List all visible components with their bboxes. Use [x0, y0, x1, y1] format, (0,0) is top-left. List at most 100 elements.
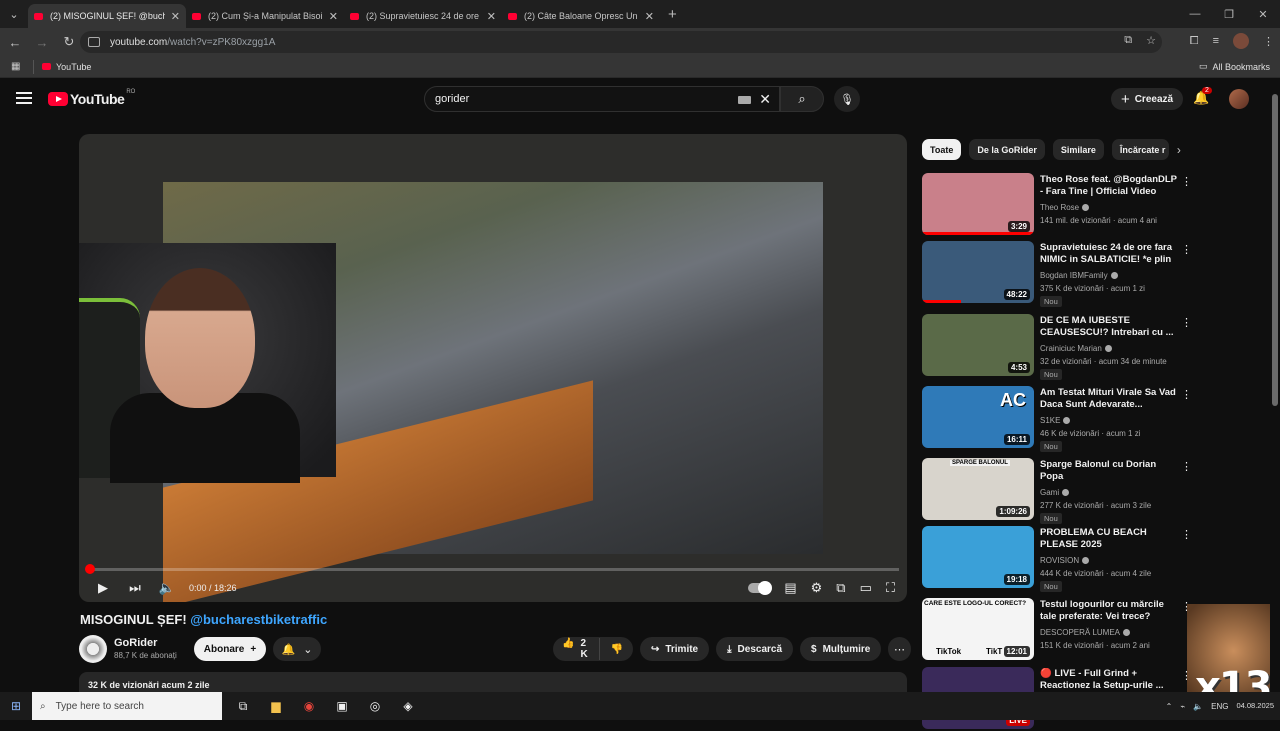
apps-grid-icon[interactable]: ▦ [11, 61, 23, 72]
language-indicator[interactable]: ENG [1211, 702, 1228, 711]
chip-similar[interactable]: Similare [1052, 139, 1104, 160]
voice-search-button[interactable]: 🎙 [834, 86, 860, 112]
recommendation-title[interactable]: DE CE MA IUBESTE CEAUSESCU!? Intrebari c… [1040, 315, 1178, 339]
recommendation-title[interactable]: Am Testat Mituri Virale Sa Vad Daca Sunt… [1040, 387, 1178, 411]
page-scrollbar[interactable] [1270, 80, 1280, 692]
profile-avatar[interactable] [1233, 33, 1249, 49]
like-button[interactable]: 👍 2 K [553, 638, 601, 660]
chip-all[interactable]: Toate [922, 139, 962, 160]
recommendation-channel[interactable]: ROVISION [1040, 556, 1090, 565]
app-icon[interactable]: ▣ [331, 699, 353, 713]
browser-tab-1[interactable]: (2) MISOGINUL ȘEF! @buchare ✕ [28, 4, 186, 28]
recommendation-title[interactable]: Sparge Balonul cu Dorian Popa [1040, 459, 1178, 483]
obs-icon[interactable]: ◎ [364, 699, 386, 713]
dislike-button[interactable]: 👎 [600, 644, 632, 655]
recommendation-title[interactable]: PROBLEMA CU BEACH PLEASE 2025 [1040, 527, 1178, 551]
recommendation-title[interactable]: Theo Rose feat. @BogdanDLP - Fara Tine |… [1040, 174, 1178, 198]
chrome-icon[interactable]: ◉ [298, 699, 320, 713]
taskbar-search[interactable]: ⌕ Type here to search [32, 692, 222, 720]
subtitles-icon[interactable]: ▤ [784, 580, 796, 596]
recommendation-channel[interactable]: Bogdan IBMFamily [1040, 271, 1118, 280]
close-window-icon[interactable]: ✕ [1246, 8, 1280, 21]
video-thumbnail[interactable]: 4:53 [922, 314, 1034, 376]
close-tab-icon[interactable]: ✕ [329, 10, 338, 23]
site-info-icon[interactable] [88, 37, 100, 47]
bookmark-star-icon[interactable]: ☆ [1146, 34, 1156, 47]
recommendation-item[interactable]: 3:29 Theo Rose feat. @BogdanDLP - Fara Ti… [922, 173, 1192, 237]
miniplayer-icon[interactable]: ⧉ [836, 580, 845, 596]
clock[interactable]: 04.08.2025 [1236, 701, 1274, 711]
tab-search-icon[interactable]: ⌄ [0, 0, 28, 28]
more-options-icon[interactable]: ⋮ [1181, 175, 1192, 188]
scrollbar-thumb[interactable] [1272, 94, 1278, 406]
channel-name[interactable]: GoRider [114, 637, 157, 649]
autoplay-toggle[interactable] [748, 581, 773, 595]
notifications-button[interactable]: 🔔 2 [1193, 87, 1212, 106]
channel-avatar[interactable] [79, 635, 107, 663]
url-field[interactable]: youtube.com/watch?v=zPK80xzgg1A ⧉ ☆ [80, 31, 1162, 53]
task-view-icon[interactable]: ⧉ [232, 699, 254, 714]
notification-settings-button[interactable]: 🔔 ⌄ [273, 637, 321, 661]
menu-icon[interactable] [16, 92, 32, 107]
recommendation-title[interactable]: Supravietuiesc 24 de ore fara NIMIC in S… [1040, 242, 1178, 266]
minimize-icon[interactable]: — [1178, 8, 1212, 20]
close-tab-icon[interactable]: ✕ [487, 10, 496, 23]
new-tab-icon[interactable]: + [668, 6, 677, 23]
title-mention-link[interactable]: @bucharestbiketraffic [190, 612, 327, 627]
bookmark-youtube[interactable]: YouTube [42, 62, 91, 72]
chevron-right-icon[interactable]: › [1177, 143, 1181, 157]
keyboard-icon[interactable] [738, 96, 751, 104]
network-icon[interactable]: ⌁ [1180, 702, 1185, 711]
recommendation-item[interactable]: 19:18 PROBLEMA CU BEACH PLEASE 2025 ROVISI… [922, 526, 1192, 592]
more-options-icon[interactable]: ⋮ [1181, 460, 1192, 473]
more-options-icon[interactable]: ⋮ [1181, 316, 1192, 329]
video-thumbnail[interactable]: 12:01 CARE ESTE LOGO-UL CORECT? TikTok TikT [922, 598, 1034, 660]
search-button[interactable]: ⌕ [780, 86, 824, 112]
volume-icon[interactable]: 🔈 [151, 580, 183, 596]
close-tab-icon[interactable]: ✕ [171, 10, 180, 23]
recommendation-item[interactable]: 48:22 Supravietuiesc 24 de ore fara NIMIC… [922, 241, 1192, 307]
browser-menu-icon[interactable]: ⋮ [1263, 35, 1274, 48]
recommendation-item[interactable]: 12:01 CARE ESTE LOGO-UL CORECT? TikTok TikT… [922, 598, 1192, 662]
reading-list-icon[interactable]: ≡ [1213, 35, 1219, 47]
restore-icon[interactable]: ❐ [1212, 8, 1246, 21]
subscribe-button[interactable]: Abonare + [194, 637, 266, 661]
create-button[interactable]: + Creează [1111, 88, 1183, 110]
recommendation-item[interactable]: 16:11 AC Am Testat Mituri Virale Sa Vad Da… [922, 386, 1192, 452]
more-options-icon[interactable]: ⋮ [1181, 528, 1192, 541]
theater-mode-icon[interactable]: ▭ [860, 580, 872, 596]
download-button[interactable]: ⤓ Descarcă [716, 637, 794, 661]
cast-icon[interactable]: ⧉ [1124, 34, 1132, 47]
tray-up-icon[interactable]: ⌃ [1166, 702, 1173, 711]
video-thumbnail[interactable]: 16:11 AC [922, 386, 1034, 448]
reload-icon[interactable]: ↻ [57, 34, 81, 50]
fullscreen-icon[interactable]: ⛶ [886, 580, 895, 596]
video-thumbnail[interactable]: 1:09:26 SPARGE BALONUL [922, 458, 1034, 520]
video-player[interactable]: ▶ ⏭ 🔈 0:00 / 18:26 ▤ ⚙ ⧉ ▭ ⛶ [79, 134, 907, 602]
app-shield-icon[interactable]: ◈ [397, 699, 419, 713]
account-avatar[interactable] [1229, 89, 1249, 109]
extensions-icon[interactable]: ⧠ [1190, 35, 1199, 48]
browser-tab-3[interactable]: (2) Supravietuiesc 24 de ore fa ✕ [344, 4, 502, 28]
search-input[interactable]: gorider ✕ [424, 86, 780, 112]
chip-from-channel[interactable]: De la GoRider [969, 139, 1045, 160]
share-button[interactable]: ↪ Trimite [639, 637, 710, 661]
recommendation-channel[interactable]: Theo Rose [1040, 203, 1090, 212]
recommendation-channel[interactable]: DESCOPERĂ LUMEA [1040, 628, 1131, 637]
forward-icon[interactable]: → [30, 35, 54, 50]
scrubber-handle[interactable] [85, 564, 95, 574]
more-options-icon[interactable]: ⋮ [1181, 388, 1192, 401]
play-icon[interactable]: ▶ [87, 580, 119, 596]
close-tab-icon[interactable]: ✕ [645, 10, 654, 23]
recommendation-item[interactable]: 4:53 DE CE MA IUBESTE CEAUSESCU!? Intreba… [922, 314, 1192, 380]
settings-gear-icon[interactable]: ⚙ [811, 580, 823, 596]
next-icon[interactable]: ⏭ [119, 580, 151, 596]
back-icon[interactable]: ← [3, 35, 27, 50]
video-thumbnail[interactable]: 19:18 [922, 526, 1034, 588]
progress-bar[interactable] [85, 564, 899, 574]
more-options-icon[interactable]: ⋮ [1181, 243, 1192, 256]
recommendation-channel[interactable]: Gami [1040, 488, 1070, 497]
file-explorer-icon[interactable]: ▆ [265, 699, 287, 713]
recommendation-channel[interactable]: Crainiciuc Marian [1040, 344, 1112, 353]
all-bookmarks[interactable]: ▭ All Bookmarks [1199, 61, 1270, 72]
